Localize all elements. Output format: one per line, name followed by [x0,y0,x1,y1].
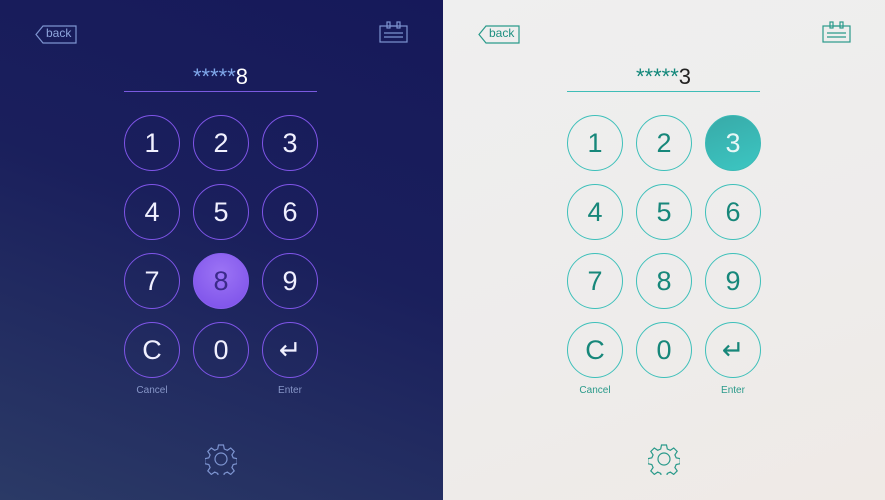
key-6-button[interactable]: 6 [262,184,318,240]
key-5-button[interactable]: 5 [636,184,692,240]
back-button[interactable]: back [35,25,77,44]
key-3-button[interactable]: 3 [262,115,318,171]
key-1-button[interactable]: 1 [567,115,623,171]
key-3-button[interactable]: 3 [705,115,761,171]
settings-gear-icon[interactable] [205,443,237,475]
pin-mask: ***** [192,64,236,89]
key-8-button[interactable]: 8 [193,253,249,309]
key-5-button[interactable]: 5 [193,184,249,240]
key-9-button[interactable]: 9 [262,253,318,309]
key-clear-button[interactable]: C [567,322,623,378]
key-clear-button[interactable]: C [124,322,180,378]
enter-label: Enter [721,385,745,396]
key-7-button[interactable]: 7 [124,253,180,309]
key-enter-button[interactable]: ↵ [262,322,318,378]
key-9-button[interactable]: 9 [705,253,761,309]
calendar-icon[interactable] [822,21,852,43]
pin-last-digit: 3 [678,64,692,89]
pin-mask: ***** [635,64,679,89]
pin-display: *****3 [567,64,760,92]
back-label: back [46,26,72,40]
key-8-button[interactable]: 8 [636,253,692,309]
key-4-button[interactable]: 4 [567,184,623,240]
back-button[interactable]: back [478,25,520,44]
key-0-button[interactable]: 0 [193,322,249,378]
key-1-button[interactable]: 1 [124,115,180,171]
key-2-button[interactable]: 2 [193,115,249,171]
cancel-label: Cancel [136,385,168,396]
pin-last-digit: 8 [235,64,249,89]
enter-label: Enter [278,385,302,396]
key-6-button[interactable]: 6 [705,184,761,240]
cancel-label: Cancel [579,385,611,396]
key-enter-button[interactable]: ↵ [705,322,761,378]
back-label: back [489,26,515,40]
dark-theme-keypad-panel: back *****8 Cancel Enter 1 2 3 4 5 6 7 8 9 C 0 ↵ [0,0,443,500]
key-4-button[interactable]: 4 [124,184,180,240]
pin-display: *****8 [124,64,317,92]
key-0-button[interactable]: 0 [636,322,692,378]
calendar-icon[interactable] [379,21,409,43]
light-theme-keypad-panel: back *****3 Cancel Enter 1 2 3 4 5 6 7 8 9 C 0 ↵ [443,0,885,500]
settings-gear-icon[interactable] [648,443,680,475]
key-2-button[interactable]: 2 [636,115,692,171]
key-7-button[interactable]: 7 [567,253,623,309]
